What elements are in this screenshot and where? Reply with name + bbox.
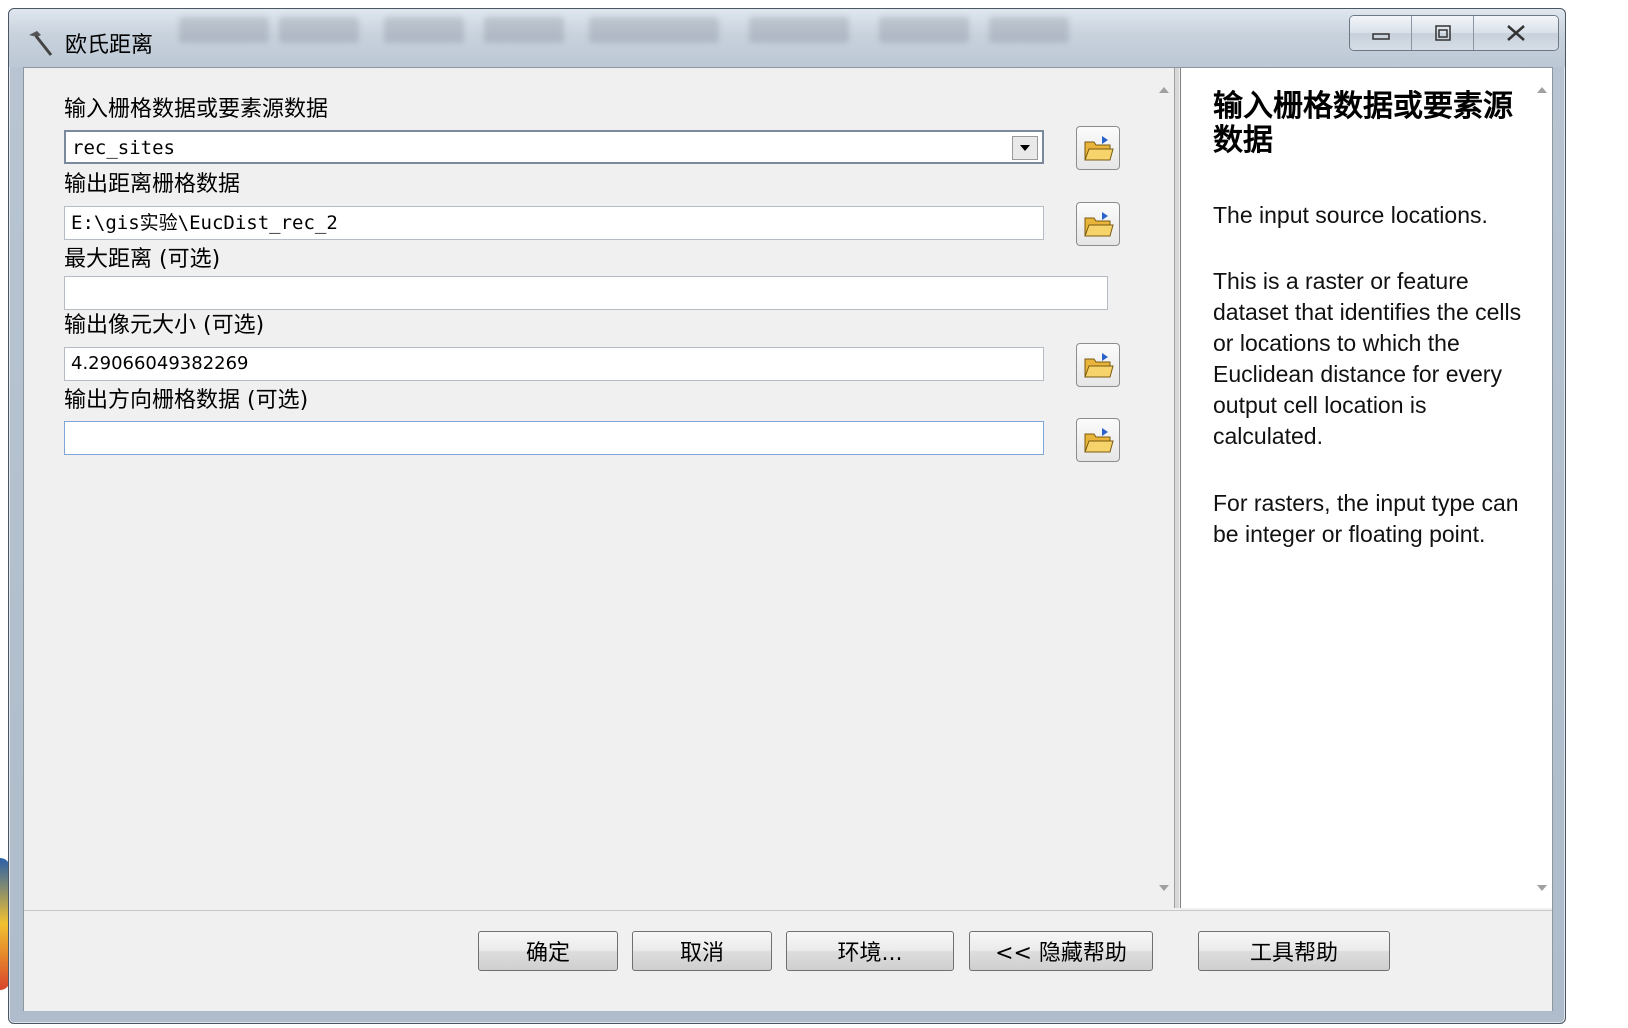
cell-size-browse-button[interactable] (1076, 343, 1120, 387)
help-paragraph: For rasters, the input type can be integ… (1213, 490, 1519, 547)
scroll-down-icon (1159, 885, 1169, 891)
pane-splitter[interactable] (1174, 68, 1179, 908)
folder-open-icon (1084, 353, 1114, 378)
input-source-label: 输入栅格数据或要素源数据 (64, 97, 329, 122)
input-source-combobox[interactable]: rec_sites (64, 130, 1044, 164)
folder-open-icon (1084, 136, 1114, 161)
folder-open-icon (1084, 212, 1114, 237)
cell-size-label: 输出像元大小 (可选) (64, 313, 265, 338)
blurred-background (279, 17, 359, 43)
help-pane: 输入栅格数据或要素源数据 The input source locations.… (1180, 68, 1533, 908)
scroll-up-icon (1159, 87, 1169, 93)
blurred-background (589, 17, 719, 43)
blurred-background (384, 17, 464, 43)
output-distance-label: 输出距离栅格数据 (64, 172, 241, 197)
caption-buttons (1349, 15, 1559, 51)
environments-button[interactable]: 环境... (786, 931, 954, 971)
dialog-client: 输入栅格数据或要素源数据 rec_sites 输出距离栅格数据 E:\gis实验… (23, 67, 1553, 1011)
hammer-icon (25, 27, 57, 59)
direction-field[interactable] (64, 421, 1044, 455)
chevron-down-icon (1020, 145, 1030, 151)
scroll-down-icon (1537, 885, 1547, 891)
max-distance-label: 最大距离 (可选) (64, 247, 221, 272)
blurred-background (989, 17, 1069, 43)
direction-label: 输出方向栅格数据 (可选) (64, 388, 309, 413)
blurred-background (179, 17, 269, 43)
cell-size-field[interactable]: 4.29066049382269 (64, 347, 1044, 381)
title-bar[interactable]: 欧氏距离 (9, 9, 1565, 67)
maximize-button[interactable] (1412, 16, 1474, 50)
tool-dialog: 欧氏距离 输入栅格数据或要素源数据 rec_sites 输出距离栅格数据 E:\… (8, 8, 1566, 1024)
hide-help-button[interactable]: << 隐藏帮助 (969, 931, 1153, 971)
close-button[interactable] (1474, 16, 1558, 50)
output-distance-field[interactable]: E:\gis实验\EucDist_rec_2 (64, 206, 1044, 240)
parameters-scrollbar[interactable] (1154, 68, 1174, 908)
help-scrollbar[interactable] (1532, 68, 1552, 908)
close-icon (1507, 25, 1525, 41)
maximize-icon (1434, 25, 1451, 41)
help-paragraph: The input source locations. (1213, 202, 1488, 228)
parameters-pane: 输入栅格数据或要素源数据 rec_sites 输出距离栅格数据 E:\gis实验… (24, 68, 1154, 908)
direction-browse-button[interactable] (1076, 418, 1120, 462)
input-browse-button[interactable] (1076, 126, 1120, 170)
output-distance-browse-button[interactable] (1076, 202, 1120, 246)
max-distance-field[interactable] (64, 276, 1108, 310)
help-paragraph: This is a raster or feature dataset that… (1213, 268, 1522, 449)
ok-button[interactable]: 确定 (478, 931, 618, 971)
blurred-background (879, 17, 969, 43)
minimize-button[interactable] (1350, 16, 1412, 50)
folder-open-icon (1084, 428, 1114, 453)
input-source-value: rec_sites (72, 137, 175, 159)
cancel-button[interactable]: 取消 (632, 931, 772, 971)
window-title: 欧氏距离 (65, 33, 154, 58)
minimize-icon (1371, 33, 1390, 40)
tool-help-button[interactable]: 工具帮助 (1198, 931, 1390, 971)
help-title: 输入栅格数据或要素源数据 (1213, 89, 1513, 158)
button-bar: 确定 取消 环境... << 隐藏帮助 工具帮助 (24, 910, 1552, 1011)
dropdown-button[interactable] (1012, 136, 1038, 160)
blurred-background (484, 17, 564, 43)
blurred-background (749, 17, 849, 43)
scroll-up-icon (1537, 87, 1547, 93)
